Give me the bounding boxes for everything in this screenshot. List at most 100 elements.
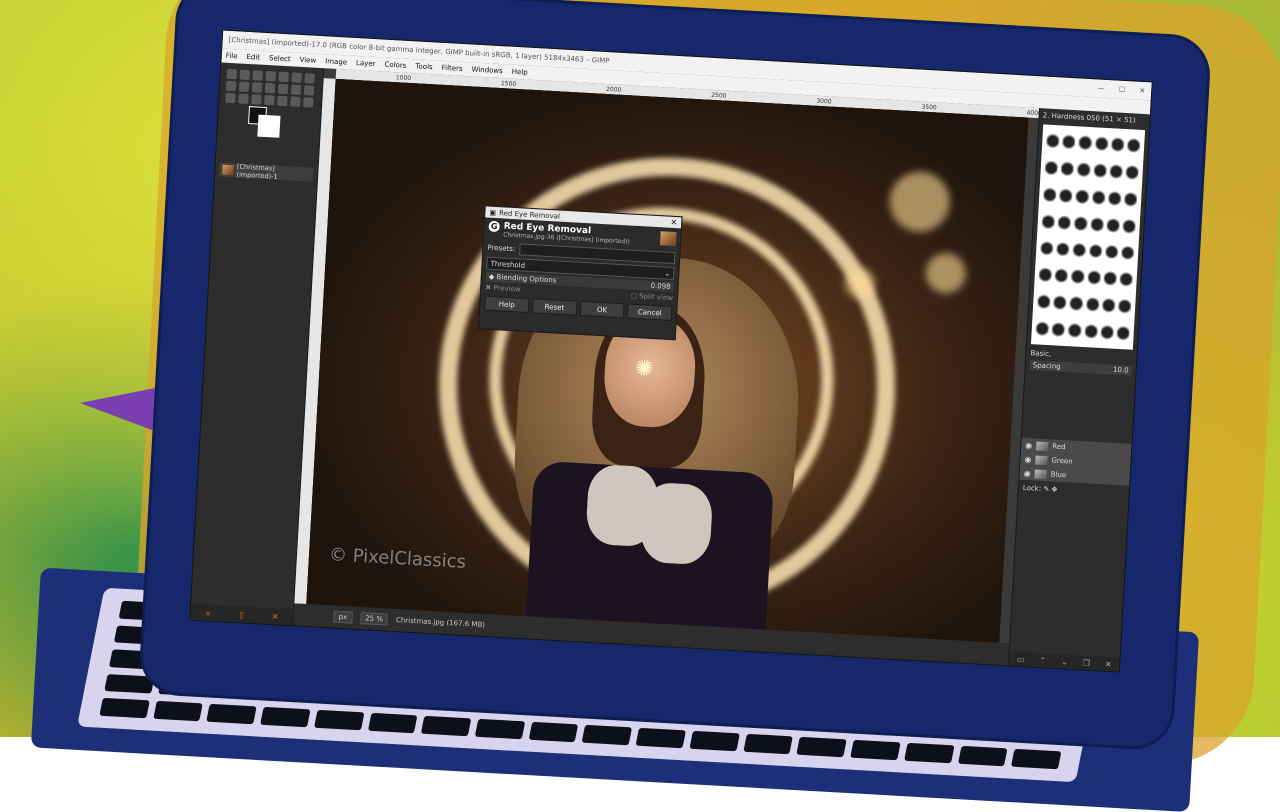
brush-swatch[interactable] [1057,210,1072,235]
tool-icon[interactable] [225,80,237,92]
brush-swatch[interactable] [1061,129,1077,155]
brush-swatch[interactable] [1123,186,1138,212]
brush-swatch[interactable] [1117,294,1132,319]
brush-swatch[interactable] [1089,211,1105,237]
brush-swatch[interactable] [1035,316,1050,342]
brush-swatch[interactable] [1039,235,1055,261]
lower-layer-icon[interactable]: ⌄ [1061,657,1068,666]
tool-icon[interactable] [278,71,289,83]
help-button[interactable]: Help [483,295,530,313]
brush-swatch[interactable] [1038,262,1053,288]
brush-swatch[interactable] [1088,238,1103,264]
brush-swatch[interactable] [1077,130,1093,156]
brush-swatch[interactable] [1051,317,1066,342]
brush-swatch[interactable] [1060,156,1075,181]
eye-icon[interactable]: ◉ [1025,440,1032,449]
brush-swatch[interactable] [1083,319,1099,344]
brush-swatch[interactable] [1036,289,1052,315]
reset-button[interactable]: Reset [531,298,578,316]
blending-value[interactable]: 0.098 [650,282,670,291]
tool-icon[interactable] [238,81,250,93]
tool-icon[interactable] [251,94,262,105]
brush-swatch[interactable] [1101,293,1116,318]
brush-swatch[interactable] [1126,133,1141,158]
delete-layer-icon[interactable]: ✕ [1105,659,1112,668]
ok-button[interactable]: OK [579,300,625,319]
brush-swatch[interactable] [1042,182,1058,207]
brush-swatch[interactable] [1067,318,1082,343]
brush-swatch[interactable] [1094,131,1109,156]
tool-icon[interactable] [239,69,251,81]
menu-edit[interactable]: Edit [246,53,260,62]
brush-swatch[interactable] [1054,263,1069,289]
menu-select[interactable]: Select [269,54,291,63]
duplicate-layer-icon[interactable]: ❐ [1083,658,1091,667]
brush-swatch[interactable] [1070,264,1085,290]
zoom-select[interactable]: 25 % [359,612,389,626]
brush-swatch[interactable] [1108,159,1124,184]
tool-icon[interactable] [251,82,263,93]
eye-icon[interactable]: ◉ [1024,454,1031,463]
brush-swatch[interactable] [1120,240,1135,266]
tool-icon[interactable] [303,97,314,108]
tool-icon[interactable] [277,83,289,95]
menu-view[interactable]: View [299,56,316,65]
brush-swatch[interactable] [1044,155,1059,181]
raise-layer-icon[interactable]: ⌃ [1039,656,1046,665]
tool-icon[interactable] [304,73,315,84]
brush-swatch[interactable] [1052,290,1068,316]
tool-icon[interactable] [303,85,315,96]
tool-icon[interactable] [252,70,264,81]
brush-swatch[interactable] [1086,265,1102,291]
tool-icon[interactable] [226,68,238,80]
brush-swatch[interactable] [1091,185,1106,210]
move-icon[interactable]: ✥ [1051,485,1057,493]
brush-swatch[interactable] [1058,183,1074,208]
menu-layer[interactable]: Layer [356,59,376,68]
tool-icon[interactable] [291,72,302,83]
brush-swatch[interactable] [1118,267,1134,292]
image-tab[interactable]: [Christmas] (imported)-1 [219,162,314,182]
maximize-icon[interactable]: ☐ [1119,86,1126,94]
menu-tools[interactable]: Tools [415,62,433,71]
tool-icon[interactable] [238,93,249,105]
brush-swatch[interactable] [1041,209,1056,234]
tool-icon[interactable] [264,82,276,94]
eye-icon[interactable]: ◉ [1023,468,1030,477]
delete-icon[interactable]: ✕ [272,612,279,621]
unit-select[interactable]: px [333,610,353,624]
brush-swatch[interactable] [1102,266,1118,291]
background-color-swatch[interactable] [257,114,281,138]
brush-swatch[interactable] [1110,132,1125,157]
dialog-close-icon[interactable]: ✕ [670,218,677,227]
menu-help[interactable]: Help [512,68,528,77]
brush-swatch[interactable] [1073,210,1088,236]
brush-swatch[interactable] [1068,291,1084,317]
tool-icon[interactable] [290,84,302,95]
brush-swatch[interactable] [1045,128,1061,154]
brush-grid[interactable] [1030,124,1146,350]
brush-swatch[interactable] [1104,239,1119,265]
brush-swatch[interactable] [1055,236,1071,262]
new-layer-icon[interactable]: ▭ [1017,654,1025,663]
brush-swatch[interactable] [1092,158,1108,183]
menu-colors[interactable]: Colors [384,61,406,70]
menu-file[interactable]: File [226,52,238,61]
brush-swatch[interactable] [1071,237,1087,263]
cancel-button[interactable]: Cancel [626,303,673,321]
tool-icon[interactable] [225,92,236,104]
brush-swatch[interactable] [1074,184,1090,209]
brush-swatch[interactable] [1124,159,1140,185]
tool-icon[interactable] [265,70,276,82]
tool-icon[interactable] [264,94,275,106]
brush-swatch[interactable] [1121,213,1137,239]
brush-swatch[interactable] [1076,157,1091,182]
menu-image[interactable]: Image [325,57,347,66]
menu-filters[interactable]: Filters [441,64,462,73]
restore-icon[interactable]: ⌅ [204,608,211,617]
image-canvas[interactable]: ✺ © PixelClassics [306,78,1029,643]
brush-swatch[interactable] [1099,320,1115,345]
brush-swatch[interactable] [1085,292,1100,317]
minimize-icon[interactable]: — [1097,84,1104,92]
new-document-icon[interactable]: ▯ [239,610,244,619]
